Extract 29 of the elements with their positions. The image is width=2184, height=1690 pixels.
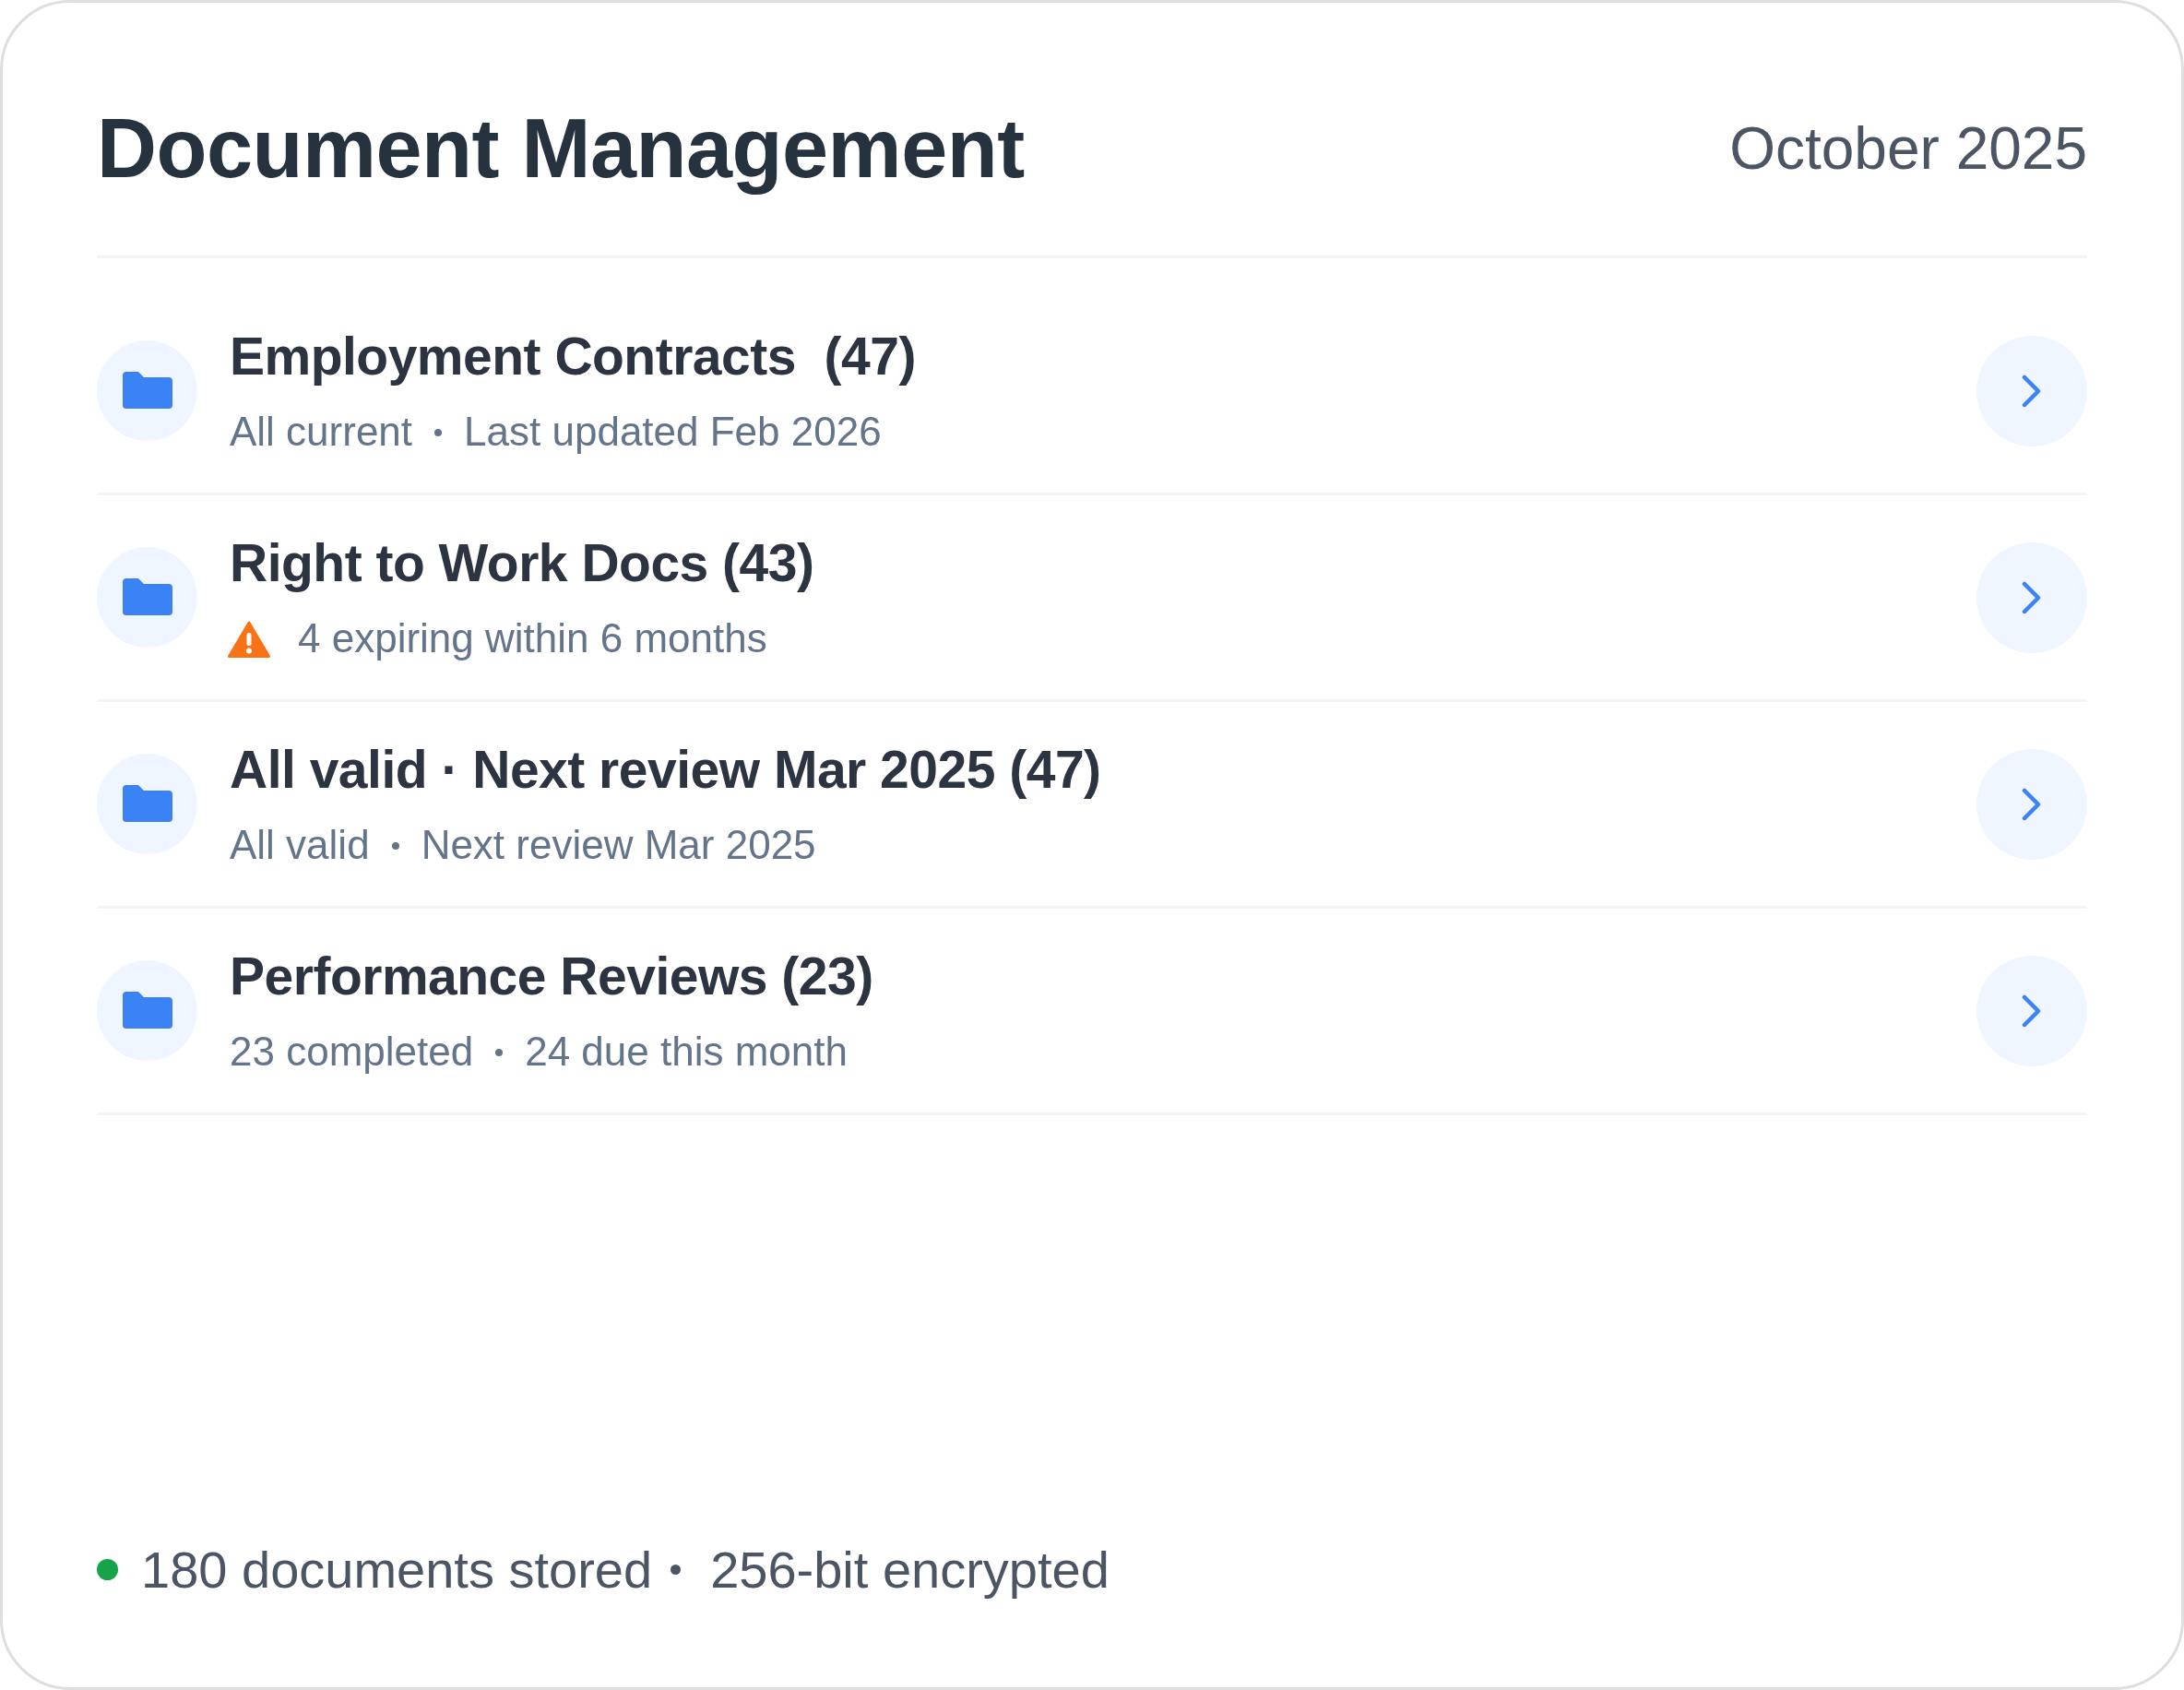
folder-icon — [97, 960, 197, 1061]
folder-detail: 23 completed — [230, 1028, 474, 1077]
chevron-right-icon — [2022, 374, 2042, 408]
folder-detail: Next review Mar 2025 — [421, 821, 816, 870]
date-label: October 2025 — [1729, 113, 2087, 184]
folder-detail: 24 due this month — [525, 1028, 848, 1077]
folder-detail: All valid — [230, 821, 370, 870]
chevron-right-icon — [2022, 787, 2042, 821]
status-dot-icon — [97, 1558, 118, 1580]
folder-detail: Last updated Feb 2026 — [464, 408, 882, 457]
folder-icon — [97, 547, 197, 648]
folder-icon — [97, 754, 197, 854]
folder-title: Right to Work Docs (43) — [230, 531, 815, 594]
page-title: Document Management — [97, 101, 1025, 196]
folder-detail: All current — [230, 408, 413, 457]
warning-text: 4 expiring within 6 months — [298, 614, 767, 663]
chevron-right-icon — [2022, 994, 2042, 1028]
chevron-right-icon — [2022, 580, 2042, 614]
bullet-icon — [671, 1564, 682, 1575]
footer-text: 256-bit encrypted — [710, 1539, 1110, 1601]
folder-icon — [97, 340, 197, 441]
bullet-icon — [495, 1048, 504, 1056]
bullet-icon — [391, 841, 399, 850]
warning-icon — [227, 619, 271, 659]
bullet-icon — [434, 428, 443, 436]
folder-title: All valid · Next review Mar 2025 (47) — [230, 738, 1102, 801]
footer-text: 180 documents stored — [141, 1539, 653, 1601]
folder-title: Performance Reviews (23) — [230, 945, 874, 1007]
folder-title: Employment Contracts (47) — [230, 325, 917, 387]
